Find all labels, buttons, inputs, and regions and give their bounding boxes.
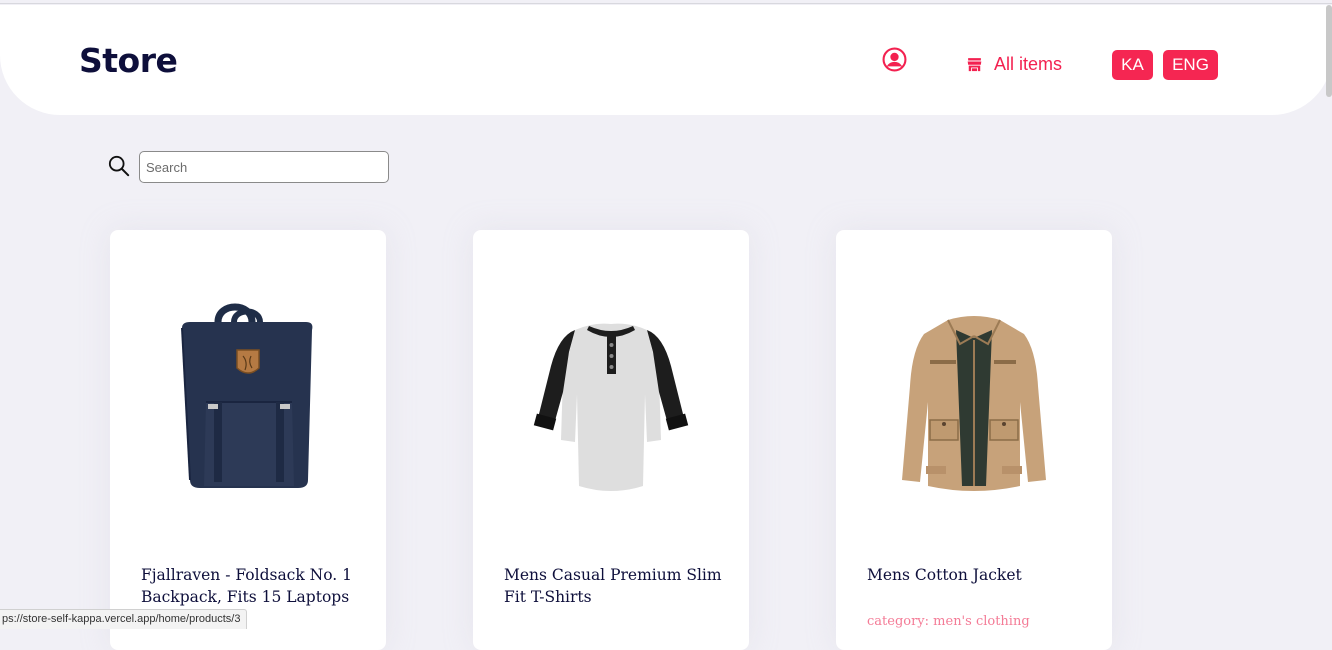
all-items-link[interactable]: All items: [966, 54, 1062, 75]
product-category: category: men's clothing: [867, 614, 1030, 629]
user-account-icon[interactable]: [882, 47, 907, 72]
product-card[interactable]: Fjallraven - Foldsack No. 1 Backpack, Fi…: [110, 230, 386, 650]
status-bar-url: ps://store-self-kappa.vercel.app/home/pr…: [0, 609, 248, 629]
store-icon: [967, 58, 982, 72]
browser-top-edge: [0, 0, 1332, 4]
product-title[interactable]: Mens Casual Premium Slim Fit T-Shirts: [504, 564, 724, 608]
language-eng-button[interactable]: ENG: [1163, 50, 1218, 80]
search-input[interactable]: [139, 151, 389, 183]
language-ka-button[interactable]: KA: [1112, 50, 1153, 80]
product-card[interactable]: Mens Cotton Jacket category: men's cloth…: [836, 230, 1112, 650]
product-title[interactable]: Mens Cotton Jacket: [867, 564, 1087, 586]
backpack-image: [181, 303, 313, 488]
search-icon: [108, 155, 130, 177]
scrollbar-thumb[interactable]: [1326, 5, 1332, 97]
henley-shirt-image: [533, 323, 689, 491]
all-items-label: All items: [994, 54, 1063, 74]
site-header: Store All items KA ENG: [0, 5, 1332, 115]
store-logo[interactable]: Store: [79, 41, 178, 80]
product-card[interactable]: Mens Casual Premium Slim Fit T-Shirts: [473, 230, 749, 650]
product-title[interactable]: Fjallraven - Foldsack No. 1 Backpack, Fi…: [141, 564, 361, 608]
cotton-jacket-image: [902, 316, 1046, 491]
